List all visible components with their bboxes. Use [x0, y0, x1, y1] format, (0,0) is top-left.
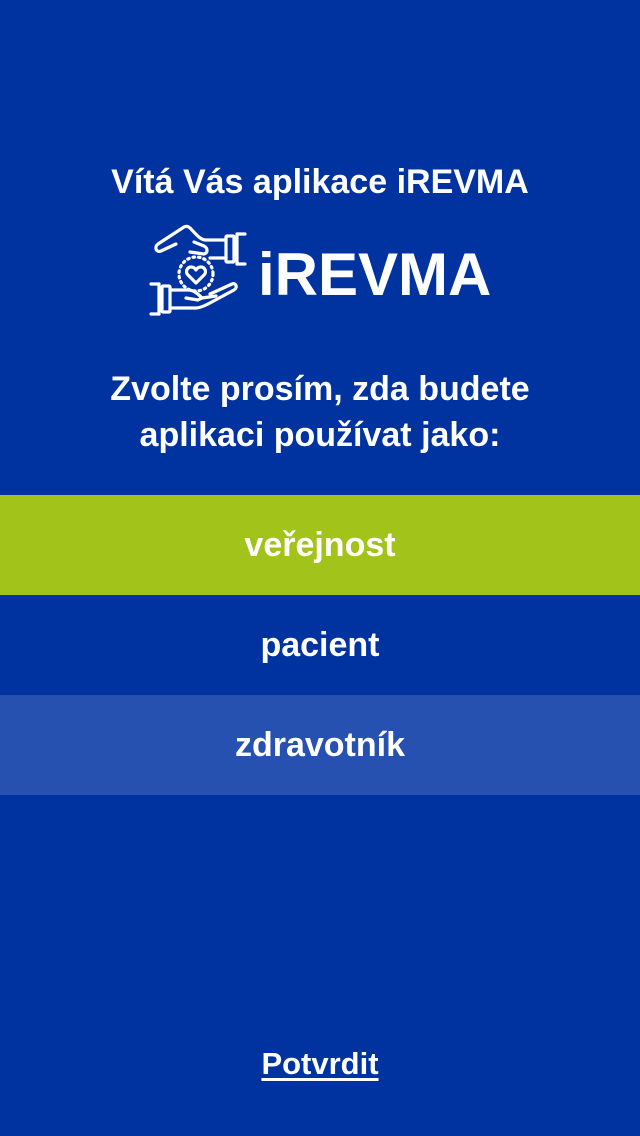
welcome-title: Vítá Vás aplikace iREVMA [111, 163, 529, 201]
logo-text: iREVMA [258, 241, 492, 308]
hands-heart-icon [149, 224, 247, 316]
role-option-zdravotnik[interactable]: zdravotník [0, 695, 640, 795]
role-option-verejnost[interactable]: veřejnost [0, 495, 640, 595]
role-prompt-line2: aplikaci používat jako: [139, 416, 501, 454]
confirm-button[interactable]: Potvrdit [261, 1046, 378, 1081]
role-prompt: Zvolte prosím, zda budete aplikaci použí… [0, 366, 640, 458]
role-option-pacient[interactable]: pacient [0, 595, 640, 695]
app-logo: iREVMA [146, 222, 496, 326]
confirm-area: Potvrdit [0, 1044, 640, 1084]
role-prompt-line1: Zvolte prosím, zda budete [110, 370, 530, 408]
role-list: veřejnost pacient zdravotník [0, 495, 640, 795]
